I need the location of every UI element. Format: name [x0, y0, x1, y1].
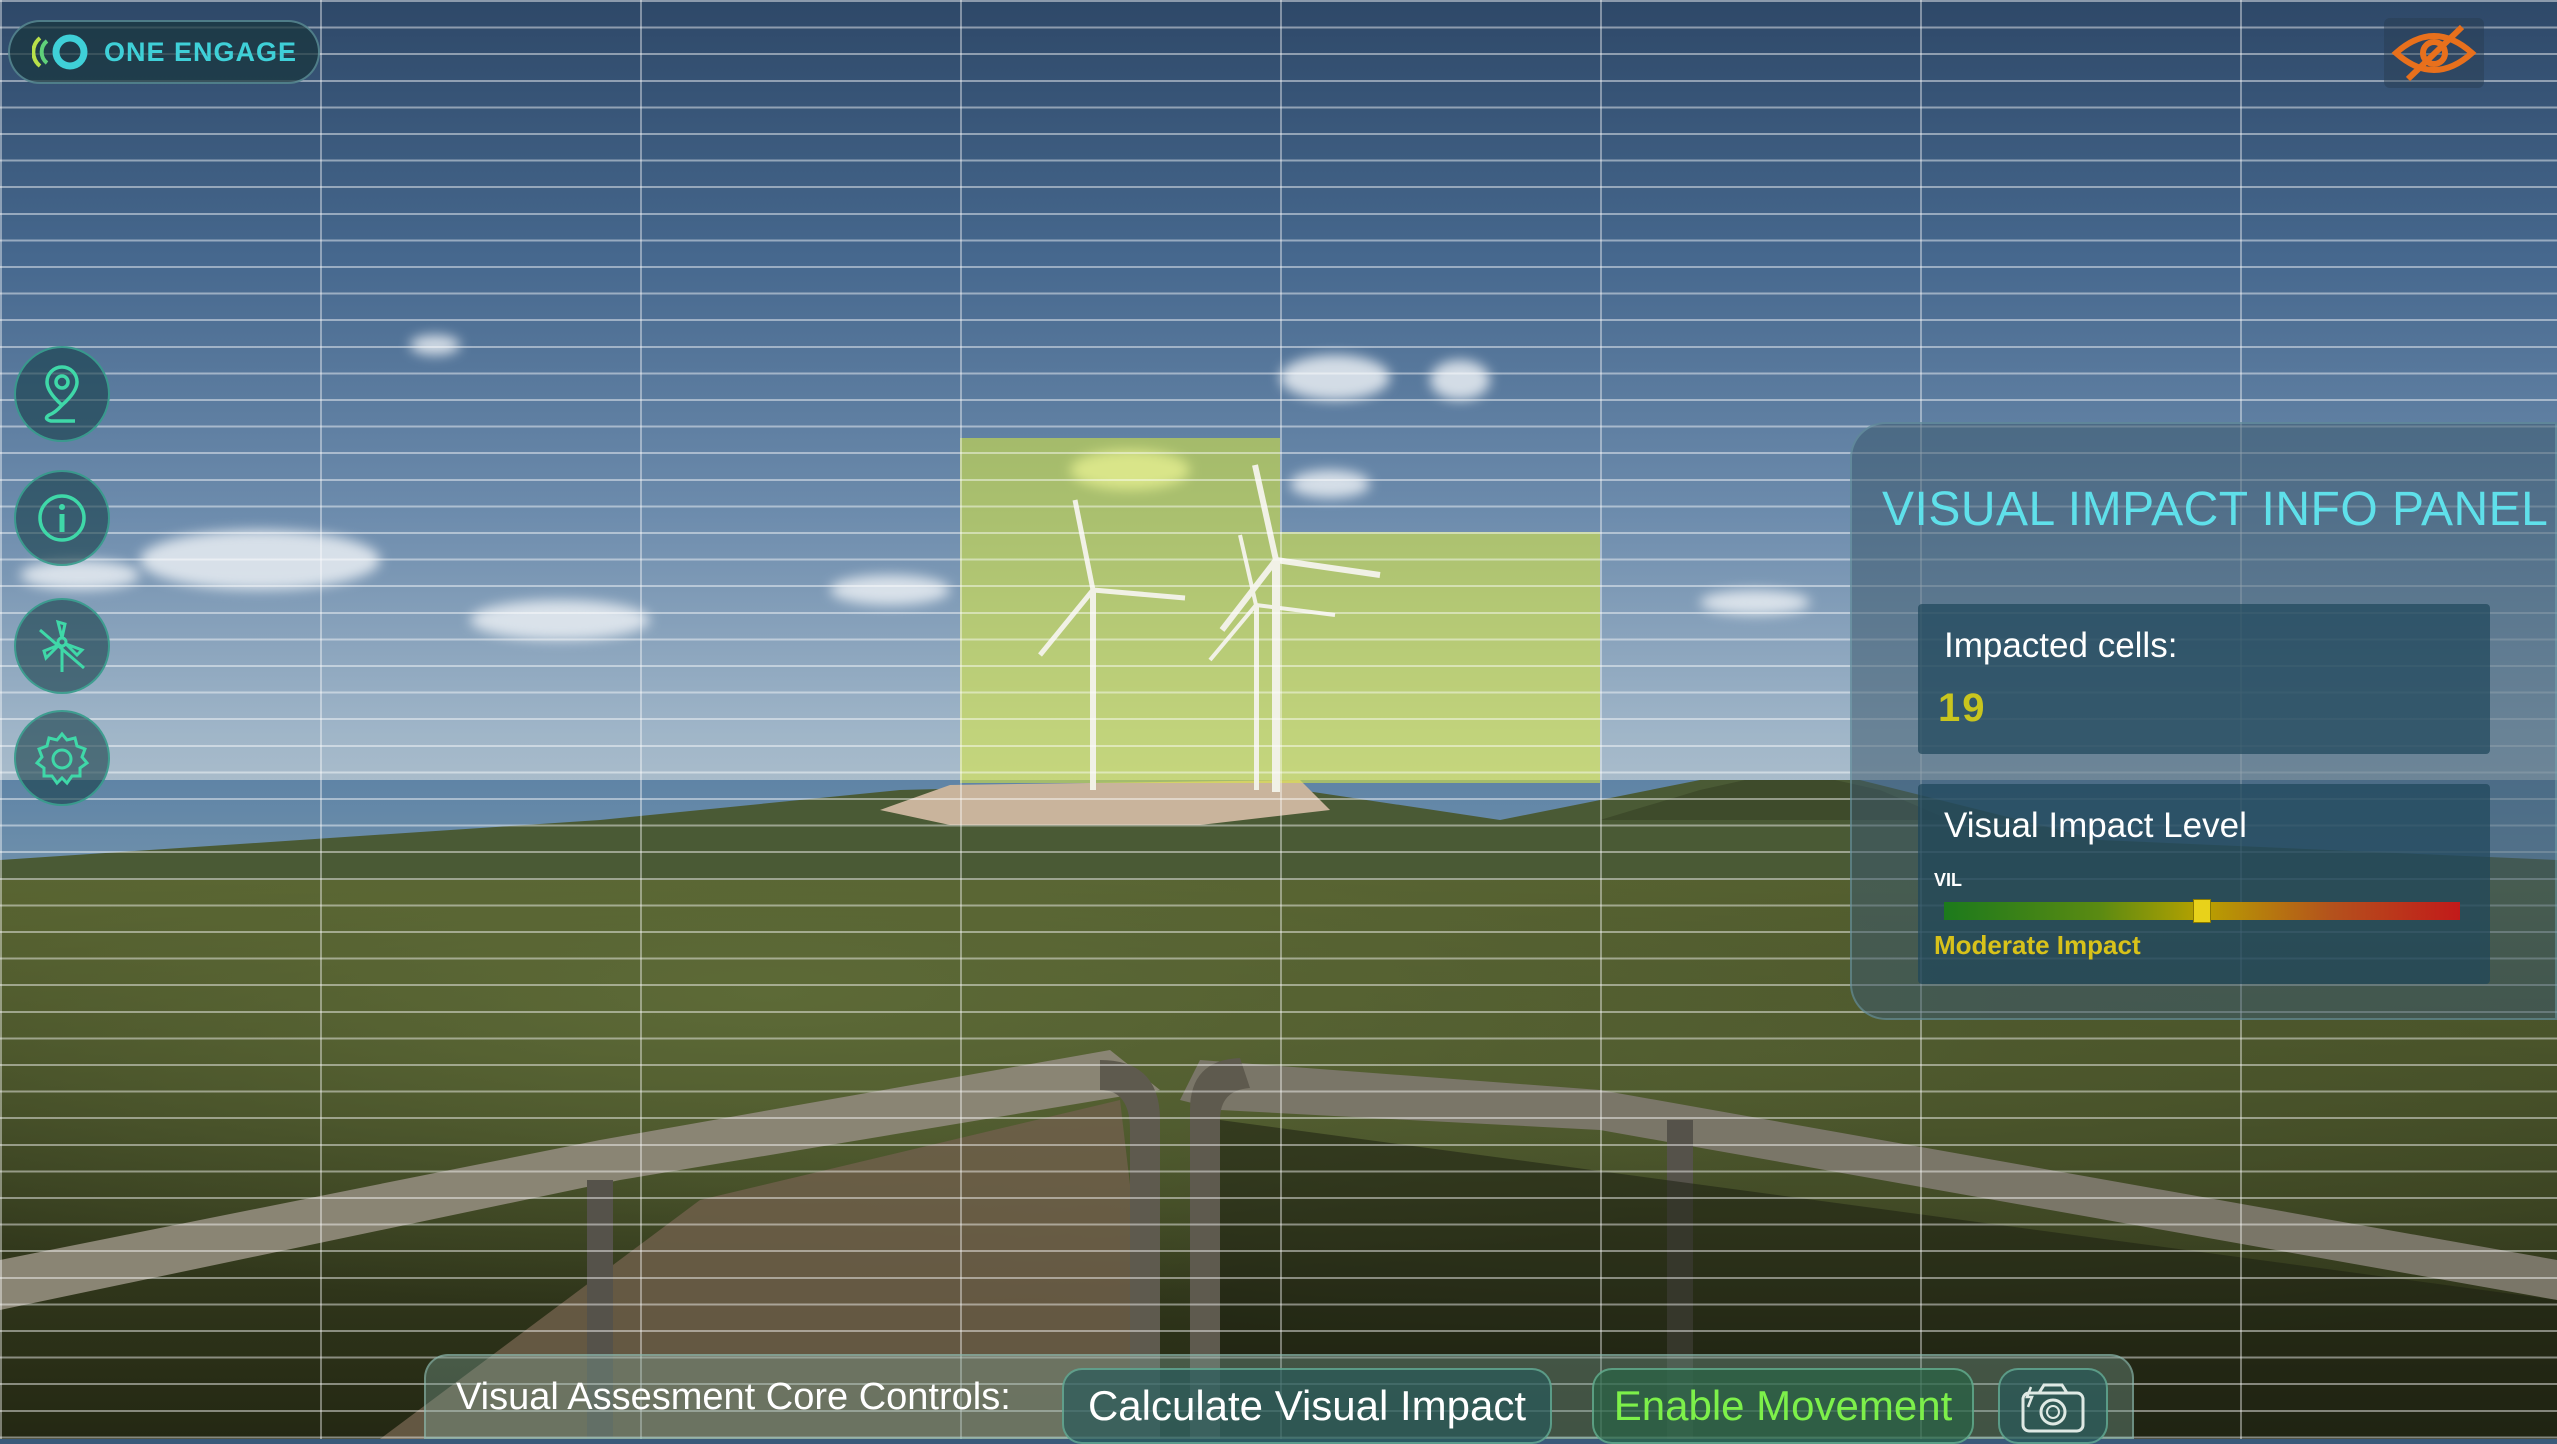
enable-movement-button[interactable]: Enable Movement	[1592, 1368, 1974, 1444]
sidebar-item-settings[interactable]	[14, 710, 110, 806]
logo-text: ONE ENGAGE	[104, 36, 298, 67]
vil-level-text: Moderate Impact	[1934, 930, 2141, 960]
vil-title: Visual Impact Level	[1944, 806, 2247, 845]
calculate-visual-impact-button[interactable]: Calculate Visual Impact	[1062, 1368, 1552, 1444]
location-pin-icon	[44, 365, 79, 423]
hide-ui-button[interactable]	[2384, 18, 2484, 88]
wind-turbine-icon	[39, 619, 85, 672]
vil-short-label: VIL	[1934, 870, 1963, 890]
controls-label: Visual Assesment Core Controls:	[456, 1376, 1011, 1418]
visual-impact-info-panel: VISUAL IMPACT INFO PANEL Impacted cells:…	[1850, 422, 2557, 1020]
vil-gradient-bar	[1944, 899, 2460, 923]
wind-turbines	[1038, 464, 1381, 792]
panel-title: VISUAL IMPACT INFO PANEL	[1882, 483, 2549, 536]
impacted-cells-card: Impacted cells: 19	[1918, 604, 2490, 754]
gear-icon	[34, 731, 90, 786]
info-icon	[38, 494, 86, 542]
impacted-cells-label: Impacted cells:	[1944, 626, 2178, 665]
eye-slash-icon	[2391, 24, 2477, 82]
impacted-cells-value: 19	[1938, 686, 1987, 730]
core-controls-bar: Visual Assesment Core Controls: Calculat…	[424, 1354, 2134, 1444]
screenshot-button[interactable]	[1998, 1368, 2108, 1444]
vil-marker	[2193, 899, 2211, 923]
one-engage-logo-icon	[32, 34, 88, 70]
one-engage-logo[interactable]: ONE ENGAGE	[8, 20, 320, 84]
sidebar-item-info[interactable]	[14, 470, 110, 566]
camera-icon	[2021, 1383, 2085, 1433]
sidebar-item-turbines[interactable]	[14, 598, 110, 694]
visual-impact-level-card: Visual Impact Level VIL Moderate Impact	[1918, 784, 2490, 984]
sidebar-item-location[interactable]	[14, 346, 110, 442]
